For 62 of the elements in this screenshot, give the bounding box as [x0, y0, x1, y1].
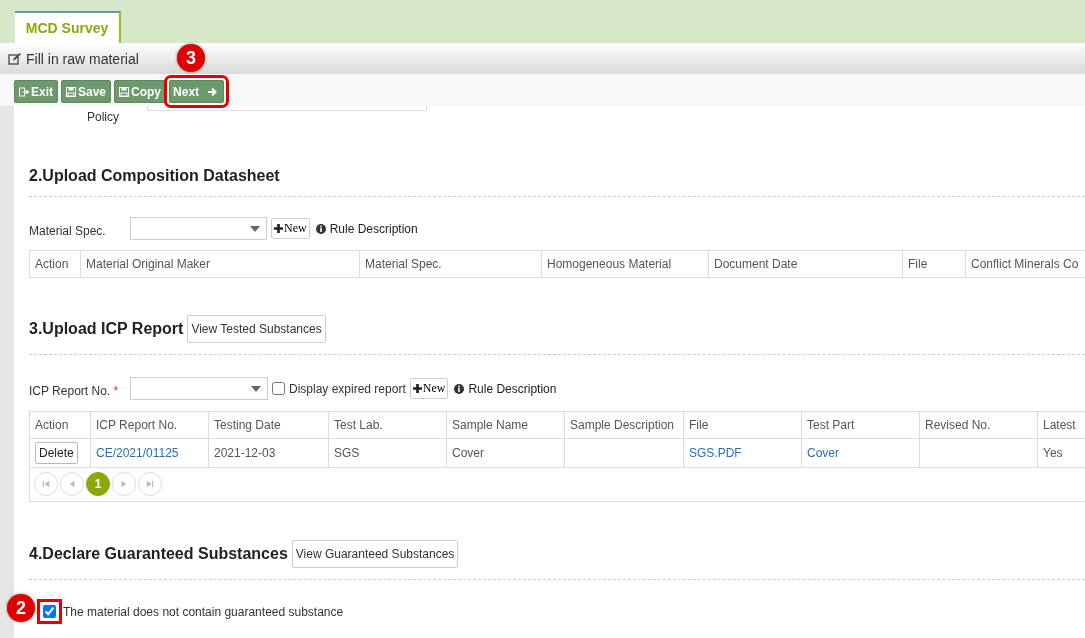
first-page-button[interactable]	[34, 472, 58, 496]
column-header: ICP Report No.	[90, 411, 209, 439]
column-header: Action	[29, 250, 81, 278]
exit-icon	[19, 86, 29, 97]
table-cell: Yes	[1043, 446, 1063, 460]
dropdown-field[interactable]	[130, 377, 268, 400]
last-page-button[interactable]	[138, 472, 162, 496]
checkbox[interactable]	[272, 382, 285, 395]
plus-icon	[412, 384, 422, 393]
column-header: File	[902, 250, 966, 278]
column-header: Test Lab.	[328, 411, 447, 439]
column-header: Document Date	[708, 250, 903, 278]
new-button[interactable]: New	[271, 218, 310, 239]
toolbar-button[interactable]: Copy	[114, 80, 167, 103]
rule-description-link[interactable]: Rule Description	[329, 221, 418, 236]
section-heading: 2.Upload Composition Datasheet	[29, 167, 281, 185]
table-cell: SGS	[334, 446, 360, 460]
column-header: Homogeneous Material	[541, 250, 709, 278]
next-page-button[interactable]	[112, 472, 136, 496]
table-link[interactable]: Cover	[807, 446, 839, 460]
delete-button[interactable]: Delete	[35, 442, 78, 464]
column-header: Sample Description	[564, 411, 684, 439]
info-icon	[454, 383, 465, 394]
left-triangle-icon	[68, 480, 76, 488]
table-cell: 2021-12-03	[214, 446, 276, 460]
column-header: Testing Date	[208, 411, 329, 439]
column-header: Material Spec.	[359, 250, 542, 278]
field-label: Policy	[87, 110, 119, 126]
right-triangle-icon	[146, 480, 154, 488]
left-triangle-icon	[42, 480, 50, 488]
dropdown-field[interactable]	[130, 217, 267, 240]
section-heading: 4.Declare Guaranteed Substances	[29, 545, 288, 563]
policy-field[interactable]	[147, 106, 427, 111]
view-guaranteed-substances-button[interactable]: View Guaranteed Substances	[291, 540, 459, 568]
info-icon	[315, 223, 326, 234]
exit-button[interactable]: Exit	[14, 80, 58, 103]
rule-description-link[interactable]: Rule Description	[468, 381, 557, 396]
section-heading: 3.Upload ICP Report	[29, 320, 184, 338]
step-badge: 2	[7, 594, 35, 622]
column-header: Test Part	[801, 411, 920, 439]
right-triangle-icon	[120, 480, 128, 488]
arrow-right-icon	[207, 86, 218, 97]
column-header: Revised No.	[919, 411, 1038, 439]
toolbar-button[interactable]: Save	[61, 80, 112, 103]
column-header: Material Original Maker	[80, 250, 360, 278]
column-header: Sample Name	[446, 411, 565, 439]
checkbox-label: The material does not contain guaranteed substance	[63, 604, 344, 619]
prev-page-button[interactable]	[60, 472, 84, 496]
column-header: Action	[29, 411, 91, 439]
column-header: Conflict Minerals Co	[965, 250, 1085, 278]
field-label: Material Spec.	[29, 223, 107, 238]
new-button[interactable]: New	[409, 378, 449, 399]
panel-title: Fill in raw material	[26, 51, 139, 67]
column-header: File	[683, 411, 802, 439]
plus-icon	[274, 224, 283, 233]
checkbox-label: Display expired report	[289, 381, 406, 396]
checkbox[interactable]	[43, 605, 56, 618]
view-tested-substances-button[interactable]: View Tested Substances	[187, 315, 326, 343]
table-cell: Cover	[452, 446, 484, 460]
edit-icon	[8, 52, 22, 66]
field-label: ICP Report No. *	[29, 383, 120, 398]
column-header: Latest	[1037, 411, 1085, 439]
